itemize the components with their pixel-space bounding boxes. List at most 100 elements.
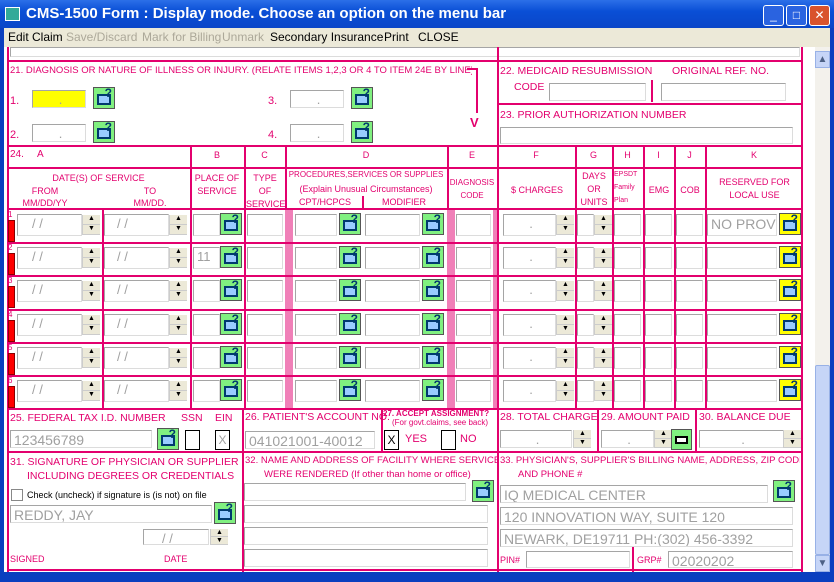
federal-tax-id-input[interactable]: 123456789: [10, 430, 152, 448]
patient-account-input[interactable]: 041021001-40012: [245, 431, 375, 449]
physician-name-input[interactable]: REDDY, JAY: [10, 505, 212, 523]
diagnosis-4-lookup-icon[interactable]: [351, 120, 373, 143]
line-2-place-of-service[interactable]: 11: [193, 247, 220, 270]
line-4-place-of-service[interactable]: [193, 313, 220, 336]
line-6-cob[interactable]: [676, 380, 703, 402]
line-4-days-units[interactable]: [577, 313, 594, 336]
line-5-from-date[interactable]: / /: [17, 346, 82, 369]
diagnosis-3-input[interactable]: .: [290, 90, 344, 108]
amount-paid-input[interactable]: .: [601, 430, 654, 448]
menu-secondary-insurance[interactable]: Secondary Insurance: [270, 28, 383, 47]
line-6-place-lookup-icon[interactable]: [220, 378, 242, 401]
line-4-diagnosis-code[interactable]: [456, 313, 491, 336]
line-4-modifier-lookup-icon[interactable]: [422, 312, 444, 335]
spinner-arrows[interactable]: ▲ ▼: [594, 314, 612, 335]
spinner-arrows[interactable]: ▲ ▼: [556, 248, 574, 269]
line-1-emg[interactable]: [645, 214, 672, 236]
line-2-reserved-lookup-icon[interactable]: [779, 245, 801, 269]
spinner-arrows[interactable]: ▲ ▼: [556, 281, 574, 302]
line-1-cpt-input[interactable]: [295, 214, 337, 236]
line-6-diagnosis-code[interactable]: [456, 380, 491, 402]
spinner-arrows[interactable]: ▲ ▼: [82, 381, 100, 401]
line-6-emg[interactable]: [645, 380, 672, 402]
line-5-days-units[interactable]: [577, 346, 594, 369]
facility-lookup-icon[interactable]: [472, 479, 494, 502]
line-6-modifier-input[interactable]: [365, 380, 420, 402]
spinner-arrows[interactable]: ▲ ▼: [556, 347, 574, 368]
line-6-to-date[interactable]: / /: [104, 380, 169, 402]
payment-card-icon[interactable]: [671, 429, 692, 450]
line-5-place-of-service[interactable]: [193, 346, 220, 369]
line-3-emg[interactable]: [645, 280, 672, 303]
spinner-arrows[interactable]: ▲ ▼: [594, 281, 612, 302]
line-3-days-units[interactable]: [577, 280, 594, 303]
menu-print[interactable]: Print: [384, 28, 409, 47]
line-3-type-of-service[interactable]: [247, 280, 283, 303]
line-3-cob[interactable]: [676, 280, 703, 303]
pin-input[interactable]: [526, 551, 630, 568]
diagnosis-2-lookup-icon[interactable]: [93, 120, 115, 143]
line-1-reserved-lookup-icon[interactable]: [779, 212, 801, 235]
line-2-type-of-service[interactable]: [247, 247, 283, 270]
spinner-arrows[interactable]: ▲ ▼: [654, 430, 672, 448]
spinner-arrows[interactable]: ▲ ▼: [169, 281, 187, 302]
line-5-to-date[interactable]: / /: [104, 346, 169, 369]
signature-on-file-checkbox[interactable]: [11, 489, 23, 501]
line-3-place-lookup-icon[interactable]: [220, 278, 242, 302]
billing-lookup-icon[interactable]: [773, 479, 795, 502]
line-2-days-units[interactable]: [577, 247, 594, 270]
signature-date-input[interactable]: / /: [143, 529, 209, 545]
accept-no-checkbox[interactable]: [441, 430, 456, 450]
line-5-modifier-lookup-icon[interactable]: [422, 345, 444, 368]
line-4-emg[interactable]: [645, 313, 672, 336]
menu-mark-for-billing[interactable]: Mark for Billing: [142, 28, 221, 47]
line-1-place-of-service[interactable]: [193, 214, 220, 236]
spinner-arrows[interactable]: ▲ ▼: [556, 381, 574, 401]
physician-lookup-icon[interactable]: [214, 501, 236, 524]
line-3-reserved-local-use[interactable]: [707, 280, 777, 303]
line-4-cpt-lookup-icon[interactable]: [339, 312, 361, 335]
line-3-from-date[interactable]: / /: [17, 280, 82, 303]
line-1-epsdt[interactable]: [614, 214, 641, 236]
menu-edit-claim[interactable]: Edit Claim: [8, 28, 63, 47]
line-2-from-date[interactable]: / /: [17, 247, 82, 270]
line-4-place-lookup-icon[interactable]: [220, 312, 242, 335]
line-3-diagnosis-code[interactable]: [456, 280, 491, 303]
line-4-reserved-local-use[interactable]: [707, 313, 777, 336]
line-2-charges[interactable]: .: [503, 247, 556, 270]
spinner-arrows[interactable]: ▲ ▼: [82, 215, 100, 235]
original-ref-input[interactable]: [661, 83, 786, 101]
line-4-epsdt[interactable]: [614, 313, 641, 336]
line-3-cpt-lookup-icon[interactable]: [339, 278, 361, 302]
line-4-reserved-lookup-icon[interactable]: [779, 312, 801, 335]
menu-close[interactable]: CLOSE: [418, 28, 459, 47]
line-3-reserved-lookup-icon[interactable]: [779, 278, 801, 302]
scroll-down-button[interactable]: ▼: [815, 555, 830, 572]
diagnosis-1-lookup-icon[interactable]: [93, 86, 115, 109]
line-2-emg[interactable]: [645, 247, 672, 270]
line-6-epsdt[interactable]: [614, 380, 641, 402]
line-6-from-date[interactable]: / /: [17, 380, 82, 402]
spinner-arrows[interactable]: ▲ ▼: [169, 381, 187, 401]
line-5-modifier-input[interactable]: [365, 346, 420, 369]
line-3-cpt-input[interactable]: [295, 280, 337, 303]
line-5-charges[interactable]: .: [503, 346, 556, 369]
line-6-type-of-service[interactable]: [247, 380, 283, 402]
spinner-arrows[interactable]: ▲ ▼: [783, 430, 801, 448]
spinner-arrows[interactable]: ▲ ▼: [594, 215, 612, 235]
line-4-modifier-input[interactable]: [365, 313, 420, 336]
spinner-arrows[interactable]: ▲ ▼: [556, 314, 574, 335]
line-5-place-lookup-icon[interactable]: [220, 345, 242, 368]
line-1-reserved-local-use[interactable]: NO PROV: [707, 214, 777, 236]
line-2-place-lookup-icon[interactable]: [220, 245, 242, 269]
line-1-charges[interactable]: .: [503, 214, 556, 236]
line-5-reserved-local-use[interactable]: [707, 346, 777, 369]
scroll-up-button[interactable]: ▲: [815, 51, 830, 68]
facility-line-3[interactable]: [244, 527, 488, 545]
spinner-arrows[interactable]: ▲ ▼: [82, 281, 100, 302]
line-1-to-date[interactable]: / /: [104, 214, 169, 236]
line-1-cob[interactable]: [676, 214, 703, 236]
line-6-cpt-input[interactable]: [295, 380, 337, 402]
line-5-emg[interactable]: [645, 346, 672, 369]
line-2-cpt-input[interactable]: [295, 247, 337, 270]
